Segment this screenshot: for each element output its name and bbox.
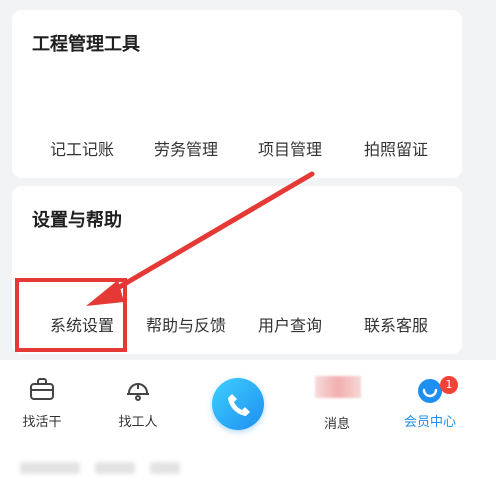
tab-find-work-label: 找活干: [22, 415, 62, 430]
blur-smudge: [20, 462, 80, 474]
tool-item-paizhao[interactable]: 拍照留证: [346, 136, 446, 160]
tools-card-title: 工程管理工具: [32, 34, 140, 55]
briefcase-icon: [30, 378, 54, 400]
hard-hat-icon: [127, 383, 149, 401]
tab-member-center[interactable]: 会员中心: [390, 376, 470, 430]
call-button[interactable]: [212, 378, 264, 430]
tab-find-workers-label: 找工人: [118, 415, 158, 430]
tool-item-jigong[interactable]: 记工记账: [32, 136, 132, 160]
settings-item-customer-service[interactable]: 联系客服: [346, 312, 446, 336]
tab-messages[interactable]: 消息: [297, 376, 377, 432]
settings-card-title: 设置与帮助: [32, 210, 122, 231]
bottom-tabbar: 找活干 找工人 消息 会员中心 1: [0, 360, 496, 452]
member-badge: 1: [440, 376, 458, 394]
tool-item-xiangmu[interactable]: 项目管理: [240, 136, 340, 160]
highlight-box: [15, 278, 127, 352]
settings-item-help[interactable]: 帮助与反馈: [136, 312, 236, 336]
blur-smudge: [95, 462, 135, 474]
phone-icon: [228, 394, 250, 416]
tools-card: 工程管理工具 记工记账 劳务管理 项目管理 拍照留证: [12, 10, 462, 178]
tool-item-laowu[interactable]: 劳务管理: [136, 136, 236, 160]
tab-find-workers[interactable]: 找工人: [98, 376, 178, 430]
tab-find-work[interactable]: 找活干: [2, 376, 82, 430]
tab-messages-label: 消息: [323, 417, 350, 432]
blur-smudge: [150, 462, 180, 474]
settings-item-user-query[interactable]: 用户查询: [240, 312, 340, 336]
tab-member-center-label: 会员中心: [403, 415, 456, 430]
